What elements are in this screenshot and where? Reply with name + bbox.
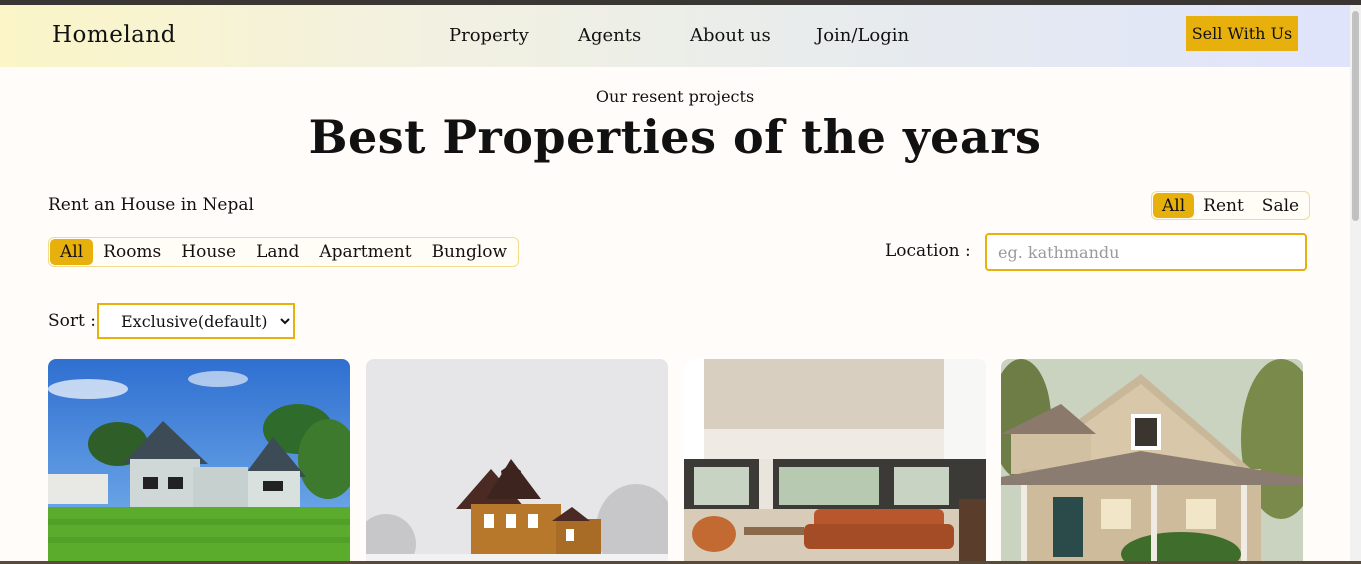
property-image-3	[684, 359, 986, 564]
property-image-2	[366, 359, 668, 564]
nav-link-agents[interactable]: Agents	[578, 25, 641, 46]
page-scrollbar[interactable]	[1350, 5, 1361, 561]
type-tab-house[interactable]: House	[171, 239, 246, 265]
nav-link-join-login[interactable]: Join/Login	[816, 25, 909, 46]
property-card-1[interactable]	[48, 359, 350, 564]
listing-tab-all[interactable]: All	[1153, 193, 1195, 218]
type-tab-land[interactable]: Land	[246, 239, 309, 265]
property-type-filter: All Rooms House Land Apartment Bunglow	[48, 237, 520, 267]
type-tab-apartment[interactable]: Apartment	[309, 239, 421, 265]
hero-title: Best Properties of the years	[308, 110, 1042, 164]
type-tab-all[interactable]: All	[50, 239, 94, 265]
location-input[interactable]	[985, 233, 1307, 271]
location-label: Location :	[885, 241, 971, 261]
rent-label: Rent an House in Nepal	[48, 195, 254, 215]
nav-link-property[interactable]: Property	[449, 25, 529, 46]
hero-subtitle: Our resent projects	[595, 87, 755, 106]
listing-tab-rent[interactable]: Rent	[1194, 193, 1253, 218]
site-header: Homeland Property Agents About us Join/L…	[0, 5, 1350, 67]
property-image-1	[48, 359, 350, 564]
sort-label: Sort :	[48, 311, 96, 331]
property-image-4	[1001, 359, 1303, 564]
type-tab-bunglow[interactable]: Bunglow	[422, 239, 518, 265]
nav-link-about[interactable]: About us	[690, 25, 771, 46]
sell-with-us-button[interactable]: Sell With Us	[1186, 16, 1298, 51]
listing-type-toggle: All Rent Sale	[1151, 191, 1311, 220]
sort-select[interactable]: Exclusive(default)	[97, 303, 295, 339]
listing-tab-sale[interactable]: Sale	[1253, 193, 1308, 218]
property-card-4[interactable]	[1001, 359, 1303, 564]
property-card-3[interactable]	[684, 359, 986, 564]
type-tab-rooms[interactable]: Rooms	[93, 239, 171, 265]
brand-logo[interactable]: Homeland	[52, 22, 176, 48]
property-card-2[interactable]	[366, 359, 668, 564]
scrollbar-thumb[interactable]	[1352, 11, 1359, 221]
